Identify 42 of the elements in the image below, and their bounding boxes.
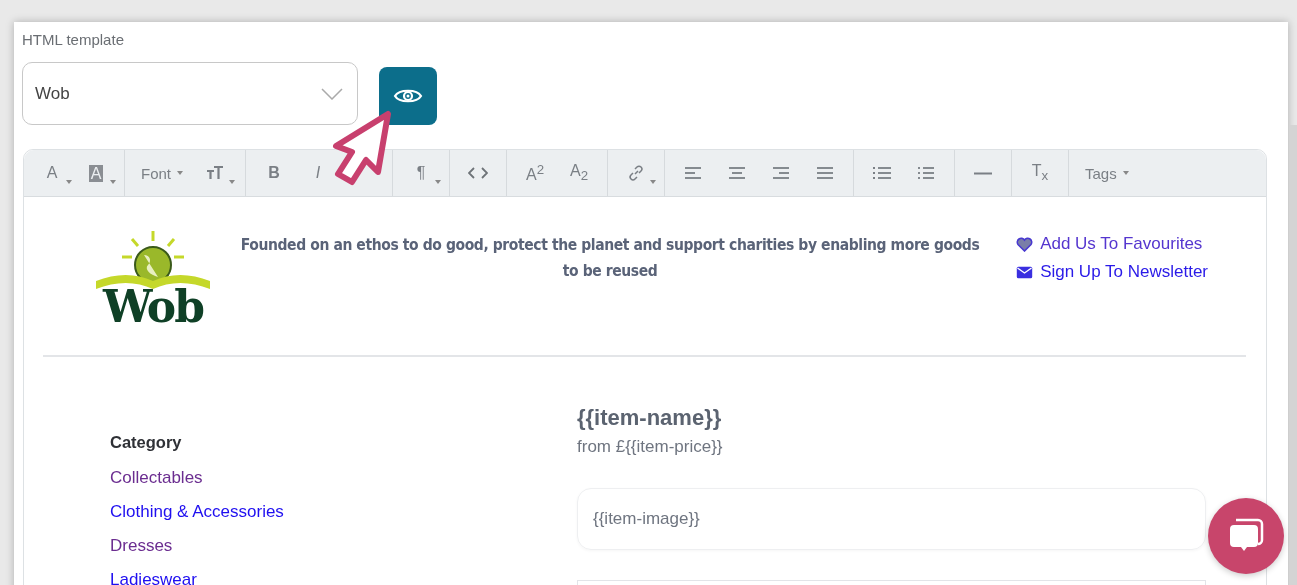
category-link[interactable]: Dresses [110, 536, 173, 556]
item-price-text: from £{{item-price}} [577, 437, 723, 457]
numbered-list-icon [918, 167, 934, 179]
item-image-box: {{item-image}} [577, 488, 1206, 550]
caret-icon [177, 171, 183, 175]
template-dropdown[interactable]: Wob [22, 62, 358, 125]
dropdown-button[interactable]: Font [137, 155, 187, 191]
header-link[interactable]: Sign Up To Newsletter [1016, 262, 1208, 282]
horizontal-rule-icon [974, 171, 992, 175]
category-link[interactable]: Clothing & Accessories [110, 502, 284, 522]
align-center-icon [729, 167, 745, 179]
category-heading: Category [110, 433, 182, 452]
format-button[interactable]: T$_{x}$ [1018, 155, 1062, 191]
caret-icon [1122, 171, 1129, 175]
preview-button[interactable] [379, 67, 437, 125]
bullet-list-icon [873, 167, 891, 179]
chevron-down-icon [321, 87, 343, 100]
category-link[interactable]: Ladieswear [110, 570, 197, 585]
dropdown-button[interactable]: Tags [1081, 155, 1133, 191]
tagline: Founded on an ethos to do good, protect the planet and support charities by enabling more goods to be reused [239, 235, 981, 282]
align-justify-icon [817, 167, 833, 179]
item-title: {{item-name}} [577, 405, 722, 431]
category-link[interactable]: Collectables [110, 468, 203, 488]
format-button[interactable]: A$^{2}$ [513, 155, 557, 191]
format-button[interactable]: ¶ [399, 155, 443, 191]
scrollbar[interactable] [1289, 125, 1297, 585]
mail-icon [1016, 265, 1034, 279]
italic-button[interactable]: I [296, 155, 340, 191]
format-button[interactable]: A [30, 155, 74, 191]
pointer-cursor-icon [332, 110, 394, 186]
logo-text: Wob [103, 287, 203, 327]
format-button[interactable]: A$_{2}$ [557, 155, 601, 191]
heart-icon [1016, 236, 1034, 252]
align-right-icon [773, 167, 789, 179]
highlight-button[interactable]: A [74, 155, 118, 191]
bold-button[interactable]: B [252, 155, 296, 191]
text-size-icon [206, 166, 224, 180]
code-icon [468, 167, 488, 179]
header-link[interactable]: Add Us To Favourites [1016, 234, 1208, 254]
align-left-icon [685, 167, 701, 179]
field-label: HTML template [22, 31, 124, 50]
link-icon [628, 165, 644, 181]
